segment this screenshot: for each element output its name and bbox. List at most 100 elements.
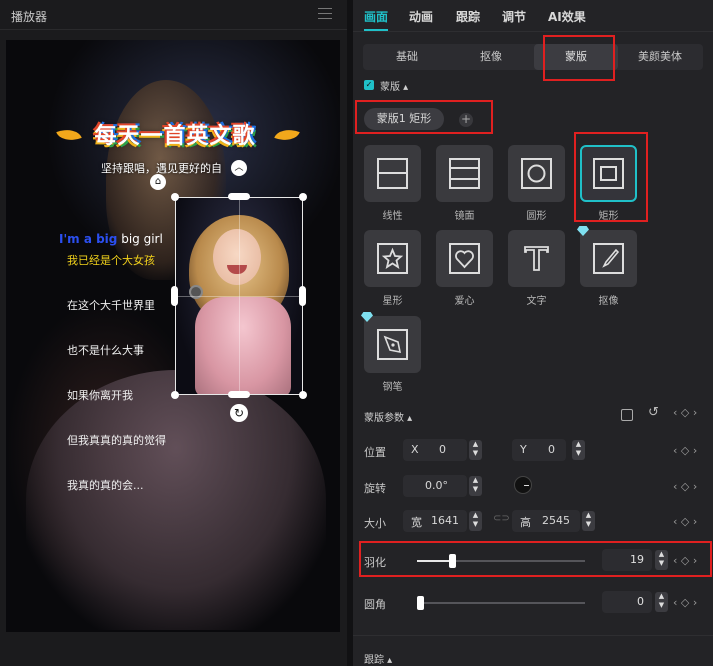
lyric-line: 如果你离开我	[67, 389, 133, 402]
radius-stepper[interactable]: ▲ ▼	[655, 592, 668, 612]
size-label: 大小	[364, 517, 386, 530]
x-stepper[interactable]: ▲ ▼	[469, 440, 482, 460]
highlight-box	[543, 35, 615, 81]
height-stepper[interactable]: ▲ ▼	[582, 511, 595, 531]
rotation-stepper[interactable]: ▲ ▼	[469, 476, 482, 496]
corner-radius-icon[interactable]: ⌂	[150, 174, 166, 190]
mask-params-header[interactable]: 蒙版参数 ▴	[364, 409, 412, 424]
highlight-box	[359, 541, 712, 577]
mask-linear-button[interactable]	[364, 145, 421, 202]
tile-label: 镜面	[454, 211, 475, 222]
tab-picture[interactable]: 画面	[364, 8, 388, 25]
corner-radius-label: 圆角	[364, 598, 386, 611]
y-stepper[interactable]: ▲ ▼	[572, 440, 585, 460]
corner-handle[interactable]	[171, 391, 179, 399]
subtab-cutout[interactable]: 抠像	[449, 44, 533, 70]
mask-params-label: 蒙版参数	[364, 413, 404, 424]
tracking-section-header[interactable]: 跟踪 ▴	[364, 651, 392, 666]
lyric-english-highlight: I'm a big	[59, 232, 118, 246]
position-label: 位置	[364, 446, 386, 459]
tile-label: 抠像	[598, 296, 619, 307]
subtab-beauty[interactable]: 美颜美体	[618, 44, 702, 70]
tab-adjust[interactable]: 调节	[502, 8, 526, 25]
tracking-label: 跟踪	[364, 655, 384, 666]
mask-star-button[interactable]	[364, 230, 421, 287]
active-tab-indicator	[364, 29, 388, 31]
subtab-basic[interactable]: 基础	[365, 44, 449, 70]
tile-label: 钢笔	[382, 382, 403, 393]
song-title: 每天一首英文歌	[94, 124, 256, 149]
keyframe-control[interactable]: ‹ ◇ ›	[673, 406, 697, 419]
position-y-field[interactable]: Y0	[512, 439, 566, 461]
radius-value[interactable]: 0	[602, 591, 652, 613]
bottom-edge-handle[interactable]	[228, 391, 250, 398]
radius-slider-knob[interactable]	[417, 596, 424, 610]
width-field[interactable]: 宽 1641	[403, 510, 467, 532]
mask-cutout-button[interactable]	[577, 226, 637, 287]
tile-label: 文字	[526, 296, 547, 307]
y-label: Y	[520, 443, 527, 456]
keyframe-control[interactable]: ‹ ◇ ›	[673, 596, 697, 609]
feather-handle-icon[interactable]: ︿	[231, 160, 247, 176]
heart-icon	[449, 243, 480, 274]
mask-text-button[interactable]	[508, 230, 565, 287]
width-label: 宽	[411, 516, 422, 529]
corner-handle[interactable]	[171, 193, 179, 201]
lyric-line: 也不是什么大事	[67, 344, 144, 357]
tab-animation[interactable]: 动画	[409, 8, 433, 25]
x-label: X	[411, 443, 419, 456]
divider	[353, 635, 713, 636]
mask-circle-button[interactable]	[508, 145, 565, 202]
lyric-line: 在这个大千世界里	[67, 299, 155, 312]
reverse-mask-icon[interactable]	[621, 409, 633, 421]
rotation-dial[interactable]	[514, 476, 532, 494]
radius-slider-track[interactable]	[417, 602, 585, 604]
tab-ai-effects[interactable]: AI效果	[548, 8, 586, 25]
width-stepper[interactable]: ▲ ▼	[469, 511, 482, 531]
tab-tracking[interactable]: 跟踪	[456, 8, 480, 25]
mask-section-header[interactable]: 蒙版 ▴	[380, 78, 408, 93]
circle-icon	[521, 158, 552, 189]
width-value: 1641	[431, 514, 459, 527]
right-edge-handle[interactable]	[299, 286, 306, 306]
center-guide	[176, 296, 302, 297]
left-edge-handle[interactable]	[171, 286, 178, 306]
top-tabs	[353, 0, 713, 32]
mask-heart-button[interactable]	[436, 230, 493, 287]
corner-handle[interactable]	[299, 193, 307, 201]
player-title: 播放器	[11, 10, 48, 24]
rotation-field[interactable]: 0.0°	[403, 475, 467, 497]
tile-label: 星形	[382, 296, 403, 307]
mirror-icon	[449, 158, 480, 189]
tile-label: 线性	[382, 211, 403, 222]
mask-section-label: 蒙版	[380, 82, 400, 93]
lyric-line: 我已经是个大女孩	[67, 254, 155, 267]
background-girl-dress	[26, 370, 326, 630]
keyframe-control[interactable]: ‹ ◇ ›	[673, 515, 697, 528]
height-field[interactable]: 高 2545	[512, 510, 580, 532]
top-edge-handle[interactable]	[228, 193, 250, 200]
height-label: 高	[520, 516, 531, 529]
position-x-field[interactable]: X0	[403, 439, 467, 461]
mask-mirror-button[interactable]	[436, 145, 493, 202]
highlight-box	[574, 132, 648, 222]
text-icon	[524, 246, 549, 271]
link-icon[interactable]: ⊂⊃	[493, 513, 510, 524]
mask-selection-box[interactable]	[175, 197, 303, 395]
player-header: 播放器	[0, 0, 347, 30]
corner-handle[interactable]	[299, 391, 307, 399]
x-value: 0	[439, 443, 446, 456]
keyframe-control[interactable]: ‹ ◇ ›	[673, 480, 697, 493]
rotate-icon[interactable]: ↻	[230, 404, 248, 422]
linear-icon	[377, 158, 408, 189]
brush-icon	[593, 243, 624, 274]
keyframe-control[interactable]: ‹ ◇ ›	[673, 444, 697, 457]
reset-icon[interactable]: ↺	[648, 405, 659, 420]
menu-icon[interactable]	[318, 8, 332, 19]
rotation-label: 旋转	[364, 482, 386, 495]
mask-pen-button[interactable]	[361, 312, 421, 373]
highlight-box	[355, 100, 493, 134]
y-value: 0	[548, 443, 555, 456]
video-preview[interactable]: 每天一首英文歌 坚持跟唱，遇见更好的自 I'm a big big girl 我…	[6, 40, 340, 632]
mask-checkbox[interactable]: ✓	[364, 80, 374, 90]
